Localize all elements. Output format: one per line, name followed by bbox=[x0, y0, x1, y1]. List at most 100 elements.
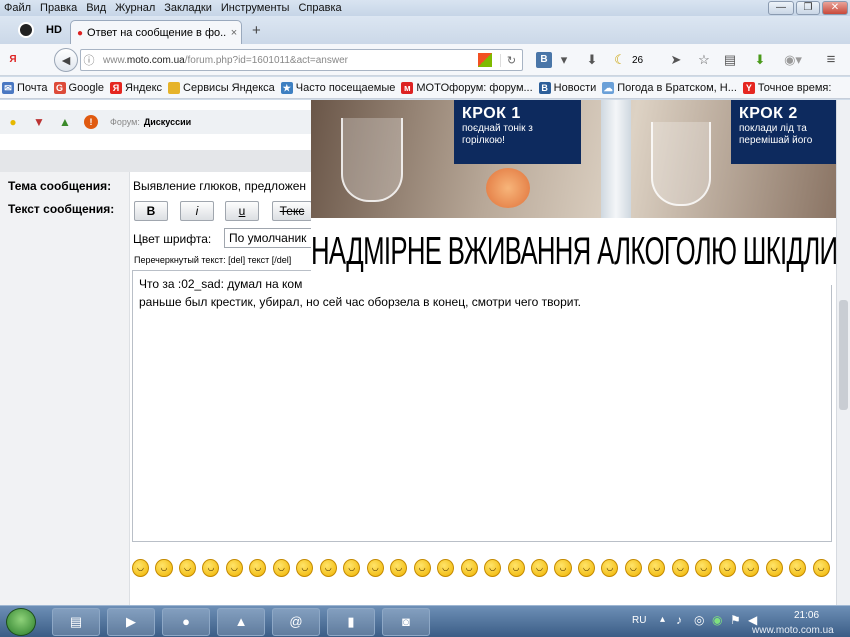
bookmark-item[interactable]: ☁ Погода в Братском, Н... bbox=[602, 81, 737, 94]
close-button[interactable]: ✕ bbox=[822, 1, 848, 15]
smiley-icon[interactable]: ◡ bbox=[343, 559, 361, 577]
menu-item[interactable]: Журнал bbox=[115, 2, 155, 14]
menu-item[interactable]: Справка bbox=[298, 2, 341, 14]
bookmark-item[interactable]: ✉ Почта bbox=[2, 81, 48, 94]
smiley-icon[interactable]: ◡ bbox=[695, 559, 713, 577]
tab-close-icon[interactable]: × bbox=[227, 27, 241, 39]
smiley-icon[interactable]: ◡ bbox=[390, 559, 408, 577]
bookmark-star-icon[interactable]: ☆ bbox=[696, 52, 712, 68]
smiley-icon[interactable]: ◡ bbox=[624, 559, 642, 577]
app-triangle-icon[interactable]: ▲ bbox=[217, 608, 265, 636]
smiley-icon[interactable]: ◡ bbox=[601, 559, 619, 577]
page-scrollbar[interactable] bbox=[836, 100, 850, 605]
download-icon[interactable]: ⬇ bbox=[584, 52, 600, 68]
tray-expand-icon[interactable]: ▴ bbox=[660, 614, 665, 625]
smiley-icon[interactable]: ◡ bbox=[789, 559, 807, 577]
smiley-icon[interactable]: ◡ bbox=[530, 559, 549, 577]
clock-time[interactable]: 21:06 bbox=[794, 610, 819, 621]
smiley-icon[interactable]: ◡ bbox=[437, 559, 455, 577]
hd-label[interactable]: HD bbox=[46, 24, 62, 36]
green-download-icon[interactable]: ⬇ bbox=[752, 52, 768, 68]
smiley-icon[interactable]: ◡ bbox=[319, 559, 337, 577]
smiley-icon[interactable]: ◡ bbox=[671, 559, 689, 577]
addon-menu-icon[interactable]: ◉▾ bbox=[782, 52, 804, 68]
smiley-icon[interactable]: ◡ bbox=[484, 559, 502, 577]
address-bar[interactable]: ⓘ www.moto.com.ua/forum.php?id=1601011&a… bbox=[80, 49, 523, 71]
bookmark-item[interactable]: Сервисы Яндекса bbox=[168, 81, 275, 94]
volume-icon[interactable]: ♪ bbox=[676, 613, 682, 627]
back-button[interactable]: ◄ bbox=[54, 48, 78, 72]
smiley-icon[interactable]: ◡ bbox=[202, 559, 220, 577]
alert-icon[interactable]: ! bbox=[84, 115, 98, 129]
smiley-icon[interactable]: ◡ bbox=[554, 559, 572, 577]
flag-icon[interactable]: ⚑ bbox=[730, 613, 741, 627]
bookmark-item[interactable]: Y Точное время: bbox=[742, 81, 831, 94]
subject-input[interactable]: Выявление глюков, предложен bbox=[133, 179, 306, 193]
vk-icon[interactable]: В bbox=[536, 52, 552, 68]
ad-banner[interactable]: КРОК 1 поєднай тонік з горілкою! КРОК 2 … bbox=[311, 100, 836, 285]
info-icon[interactable]: ⓘ bbox=[81, 52, 97, 68]
font-color-select[interactable]: По умолчаник bbox=[224, 228, 314, 248]
explorer-icon[interactable]: ▤ bbox=[52, 608, 100, 636]
menu-item[interactable]: Файл bbox=[4, 2, 31, 14]
bookmark-item[interactable]: В Новости bbox=[538, 81, 596, 94]
smiley-icon[interactable]: ◡ bbox=[765, 559, 783, 577]
smiley-icon[interactable]: ◡ bbox=[507, 559, 525, 577]
menu-item[interactable]: Вид bbox=[86, 2, 106, 14]
smiley-icon[interactable]: ◡ bbox=[648, 559, 666, 577]
italic-button[interactable]: i bbox=[180, 201, 214, 221]
media-player-icon[interactable]: ▶ bbox=[107, 608, 155, 636]
smiley-icon[interactable]: ◡ bbox=[742, 559, 760, 577]
app-green-icon[interactable]: ▮ bbox=[327, 608, 375, 636]
camera-icon[interactable]: ◙ bbox=[382, 608, 430, 636]
site-extension-icon[interactable] bbox=[478, 53, 492, 67]
thumb-down-icon[interactable]: ▼ bbox=[32, 115, 46, 129]
tab-reply[interactable]: ● Ответ на сообщение в фо... × bbox=[70, 20, 242, 45]
smiley-icon[interactable]: ◡ bbox=[366, 559, 384, 577]
firefox-icon[interactable]: ● bbox=[162, 608, 210, 636]
bold-button[interactable]: B bbox=[134, 201, 168, 221]
reload-button[interactable]: ↻ bbox=[500, 53, 522, 67]
smiley-icon[interactable]: ◡ bbox=[272, 559, 290, 577]
tray-app-icon[interactable]: ◉ bbox=[712, 613, 722, 627]
reading-list-icon[interactable]: ▤ bbox=[722, 52, 738, 68]
smiley-icon[interactable]: ◡ bbox=[718, 559, 736, 577]
smiley-icon[interactable]: ◡ bbox=[460, 559, 478, 577]
vk-dropdown-icon[interactable]: ▾ bbox=[558, 52, 570, 68]
message-textarea[interactable]: Что за :02_sad: думал на ком раньше был … bbox=[132, 270, 832, 542]
thumb-up-icon[interactable]: ▲ bbox=[58, 115, 72, 129]
underline-button[interactable]: u bbox=[225, 201, 259, 221]
maximize-button[interactable]: ❐ bbox=[796, 1, 820, 15]
bookmark-item[interactable]: G Google bbox=[53, 81, 104, 94]
menu-item[interactable]: Правка bbox=[40, 2, 77, 14]
smiley-icon[interactable]: ◡ bbox=[812, 559, 830, 577]
network-icon[interactable]: ◎ bbox=[694, 613, 704, 627]
lightbulb-icon[interactable]: ● bbox=[6, 115, 20, 129]
bookmark-item[interactable]: ★ Часто посещаемые bbox=[280, 81, 395, 94]
smiley-icon[interactable]: ◡ bbox=[155, 559, 173, 577]
minimize-button[interactable]: — bbox=[768, 1, 794, 15]
bookmark-item[interactable]: Я Яндекс bbox=[110, 81, 162, 94]
smiley-icon[interactable]: ◡ bbox=[296, 559, 314, 577]
scrollbar-thumb[interactable] bbox=[839, 300, 848, 410]
strike-button[interactable]: Текс bbox=[272, 201, 312, 221]
smiley-icon[interactable]: ◡ bbox=[178, 559, 197, 577]
smiley-icon[interactable]: ◡ bbox=[132, 559, 150, 577]
smiley-icon[interactable]: ◡ bbox=[577, 559, 595, 577]
mail-agent-icon[interactable]: @ bbox=[272, 608, 320, 636]
smiley-icon[interactable]: ◡ bbox=[225, 559, 243, 577]
bookmark-item[interactable]: м MOTOфорум: форум... bbox=[401, 81, 533, 94]
start-button[interactable] bbox=[6, 608, 36, 636]
menu-item[interactable]: Инструменты bbox=[221, 2, 290, 14]
menu-item[interactable]: Закладки bbox=[164, 2, 212, 14]
smiley-icon[interactable]: ◡ bbox=[249, 559, 267, 577]
profile-avatar-icon[interactable] bbox=[18, 22, 34, 38]
yandex-logo-icon[interactable]: Я bbox=[0, 48, 26, 72]
smiley-icon[interactable]: ◡ bbox=[413, 559, 431, 577]
hamburger-menu-icon[interactable]: ≡ bbox=[822, 52, 840, 68]
moon-weather-icon[interactable]: ☾ bbox=[612, 52, 628, 68]
forum-name[interactable]: Дискуссии bbox=[144, 117, 191, 127]
language-indicator[interactable]: RU bbox=[632, 615, 646, 626]
new-tab-button[interactable]: + bbox=[252, 22, 261, 39]
send-icon[interactable]: ➤ bbox=[668, 52, 684, 68]
